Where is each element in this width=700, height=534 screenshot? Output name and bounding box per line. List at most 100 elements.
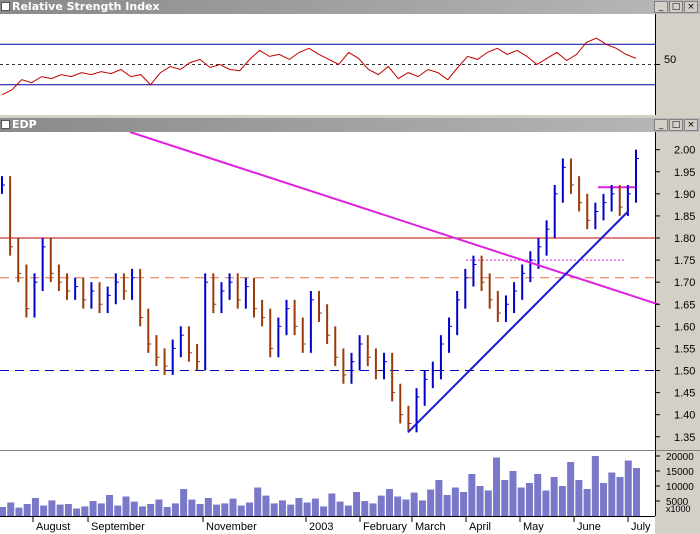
price-minimize-button[interactable]: _ xyxy=(654,119,668,131)
window-menu-icon[interactable] xyxy=(1,2,10,11)
price-panel-title: EDP xyxy=(12,118,37,131)
volume-bar xyxy=(468,474,476,516)
volume-bar xyxy=(229,498,237,516)
volume-bar xyxy=(138,506,146,516)
volume-bar xyxy=(237,505,245,516)
volume-bar xyxy=(295,498,303,516)
month-tick-label: June xyxy=(577,521,601,533)
price-plot-area xyxy=(0,132,655,450)
volume-bar xyxy=(221,503,229,516)
price-tick-label: 1.55 xyxy=(674,343,695,355)
rsi-panel-title: Relative Strength Index xyxy=(12,0,160,13)
volume-bar xyxy=(188,499,196,516)
volume-bar xyxy=(23,504,31,516)
price-tick-label: 1.70 xyxy=(674,277,695,289)
volume-bar xyxy=(410,492,418,516)
volume-bar xyxy=(385,489,393,516)
volume-bar xyxy=(558,486,566,516)
price-tick-label: 2.00 xyxy=(674,145,695,157)
volume-bar xyxy=(287,504,295,516)
volume-bar xyxy=(303,502,311,516)
volume-bar xyxy=(278,500,286,516)
volume-bar xyxy=(0,507,6,516)
price-tick-label: 1.60 xyxy=(674,321,695,333)
rsi-chart: 50 xyxy=(0,14,676,115)
volume-bar xyxy=(180,489,188,516)
volume-bar xyxy=(616,477,624,516)
volume-bar xyxy=(311,498,319,516)
volume-bar xyxy=(122,496,130,516)
volume-bar xyxy=(171,503,179,516)
month-tick-label: September xyxy=(91,521,145,533)
volume-bar xyxy=(501,480,509,516)
volume-bar xyxy=(509,471,517,516)
volume-bar xyxy=(418,500,426,516)
rsi-maximize-button[interactable]: □ xyxy=(669,1,683,13)
volume-bar xyxy=(525,483,533,516)
volume-bar xyxy=(73,508,81,516)
month-tick-label: May xyxy=(523,521,544,533)
volume-bar xyxy=(353,492,361,516)
volume-bar xyxy=(48,500,56,516)
volume-bar xyxy=(147,504,155,516)
volume-bar xyxy=(427,489,435,516)
volume-bar xyxy=(394,496,402,516)
volume-bar xyxy=(344,505,352,516)
price-tick-label: 1.65 xyxy=(674,299,695,311)
price-tick-label: 1.95 xyxy=(674,167,695,179)
price-maximize-button[interactable]: □ xyxy=(669,119,683,131)
volume-bar xyxy=(81,506,89,516)
rsi-minimize-button[interactable]: _ xyxy=(654,1,668,13)
volume-bar xyxy=(246,502,254,516)
volume-bar xyxy=(583,489,591,516)
volume-bar xyxy=(476,486,484,516)
price-titlebar[interactable]: EDP _ □ × xyxy=(0,118,700,132)
volume-bar xyxy=(550,477,558,516)
volume-bar xyxy=(40,505,48,516)
price-tick-label: 1.90 xyxy=(674,189,695,201)
volume-bar xyxy=(484,490,492,516)
price-close-button[interactable]: × xyxy=(684,119,698,131)
volume-bar xyxy=(15,507,23,516)
volume-bar xyxy=(106,495,114,516)
volume-unit-label: x1000 xyxy=(666,504,691,514)
volume-bar xyxy=(567,462,575,516)
volume-bar xyxy=(435,480,443,516)
volume-bar xyxy=(575,480,583,516)
volume-bar xyxy=(328,493,336,516)
volume-bar xyxy=(254,487,262,516)
volume-bar xyxy=(608,472,616,516)
price-tick-label: 1.35 xyxy=(674,432,695,444)
volume-bar xyxy=(31,498,39,516)
month-tick-label: February xyxy=(363,521,408,533)
month-tick-label: November xyxy=(206,521,257,533)
volume-bar xyxy=(600,483,608,516)
month-tick-label: 2003 xyxy=(309,521,333,533)
price-tick-label: 1.40 xyxy=(674,410,695,422)
volume-bar xyxy=(89,501,97,516)
volume-bar xyxy=(402,499,410,516)
price-chart: 2.00 1.95 1.90 1.85 1.80 1.75 1.70 1.65 1.60 1.55… xyxy=(0,132,695,450)
volume-tick-label: 10000 xyxy=(666,482,694,493)
volume-bar xyxy=(114,505,122,516)
window-menu-icon[interactable] xyxy=(1,120,10,129)
volume-tick-label: 15000 xyxy=(666,467,694,478)
volume-bar xyxy=(155,499,163,516)
volume-bar xyxy=(443,495,451,516)
rsi-tick-label-50: 50 xyxy=(664,54,676,66)
volume-bar xyxy=(97,503,105,516)
volume-chart: 2000015000100005000 x1000 August Septembe… xyxy=(0,450,700,534)
volume-bar xyxy=(213,504,221,516)
month-tick-label: July xyxy=(631,521,651,533)
rsi-titlebar[interactable]: Relative Strength Index _ □ × xyxy=(0,0,700,14)
volume-bar xyxy=(56,504,64,516)
volume-bar xyxy=(270,503,278,516)
volume-bar xyxy=(451,487,459,516)
price-tick-label: 1.50 xyxy=(674,366,695,378)
volume-bar xyxy=(534,474,542,516)
volume-bar xyxy=(196,504,204,516)
volume-bar xyxy=(336,501,344,516)
volume-bar xyxy=(204,498,212,516)
volume-tick-label: 20000 xyxy=(666,452,694,463)
rsi-close-button[interactable]: × xyxy=(684,1,698,13)
